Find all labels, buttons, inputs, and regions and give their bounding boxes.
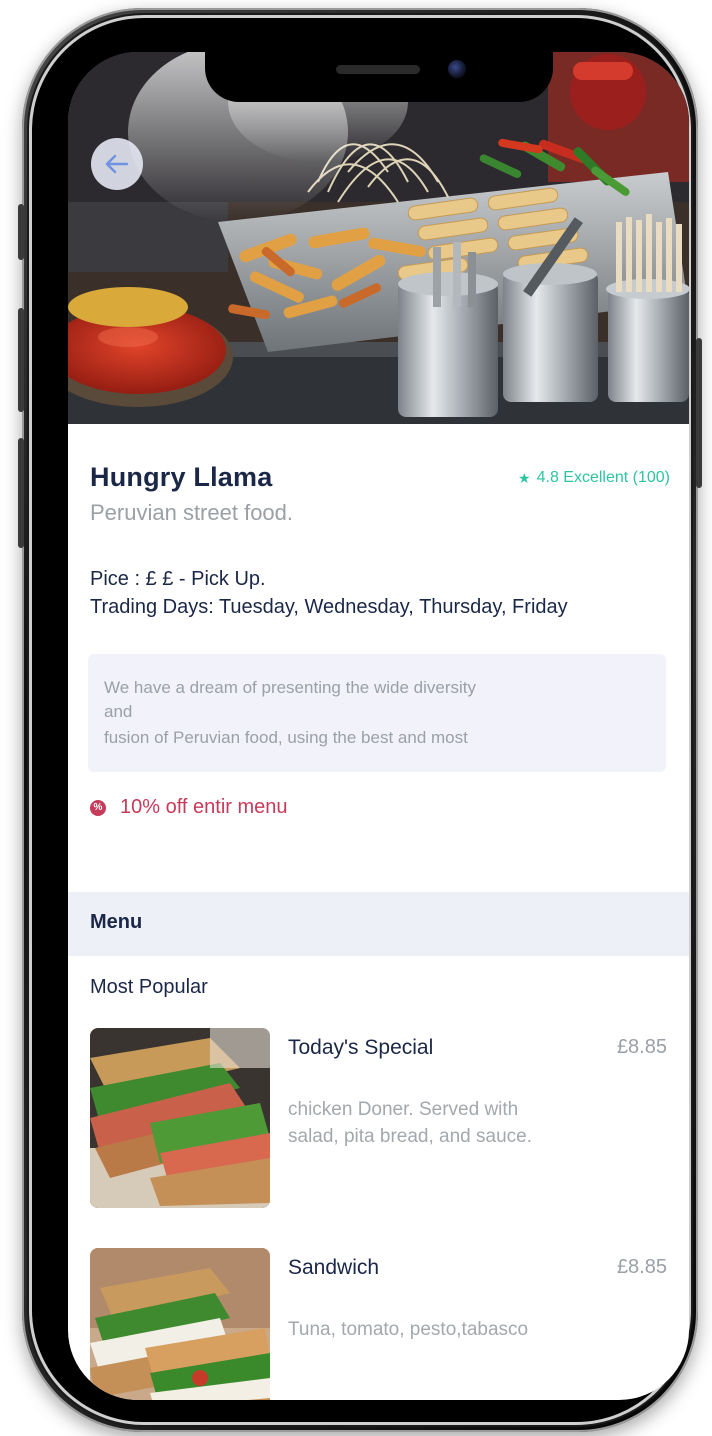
arrow-left-icon [105,154,129,174]
menu-item-name: Sandwich [288,1256,380,1279]
front-camera [448,60,466,78]
promo-text: 10% off entir menu [120,796,288,818]
rating-text: 4.8 Excellent (100) [536,469,670,486]
description-box: We have a dream of presenting the wide d… [88,654,666,772]
restaurant-tagline: Peruvian street food. [90,500,294,525]
mute-switch [18,204,24,260]
restaurant-name: Hungry Llama [90,462,273,492]
menu-item-description: chicken Doner. Served with salad, pita b… [288,1099,533,1147]
menu-item-price: £8.85 [616,1256,667,1278]
power-button [696,338,702,488]
menu-header: Menu [68,892,689,956]
doner-sandwich-photo [90,1028,270,1208]
street-food-photo [68,52,689,424]
description-line: and [104,702,133,721]
menu-item-description: Tuna, tomato, pesto,tabasco [288,1319,529,1340]
description-line: fusion of Peruvian food, using the best … [104,728,468,747]
price-info: Pice : £ £ - Pick Up. [90,568,266,590]
menu-item-todays-special[interactable]: Today's Special £8.85 chicken Doner. Ser… [68,1028,689,1210]
menu-item-sandwich[interactable]: Sandwich £8.85 Tuna, tomato, pesto,tabas… [68,1248,689,1400]
promo-banner[interactable]: 10% off entir menu [90,796,288,819]
notch [205,52,553,102]
volume-up-button [18,308,24,412]
menu-item-price: £8.85 [616,1036,667,1058]
doner-sandwich-image [90,1028,270,1208]
rating[interactable]: ★ 4.8 Excellent (100) [518,469,670,487]
sandwich-image [90,1248,270,1400]
star-icon: ★ [518,469,531,486]
speaker-grille [336,65,420,74]
section-title: Most Popular [90,976,208,998]
back-button[interactable] [91,138,143,190]
volume-down-button [18,438,24,548]
trading-days: Trading Days: Tuesday, Wednesday, Thursd… [90,596,568,618]
restaurant-hero-image [68,52,689,424]
discount-icon [90,799,106,816]
description-line: We have a dream of presenting the wide d… [104,678,476,697]
sandwich-photo [90,1248,270,1400]
menu-title: Menu [90,911,143,933]
app-screen: Hungry Llama ★ 4.8 Excellent (100) Peruv… [68,52,689,1400]
menu-item-name: Today's Special [288,1036,434,1059]
